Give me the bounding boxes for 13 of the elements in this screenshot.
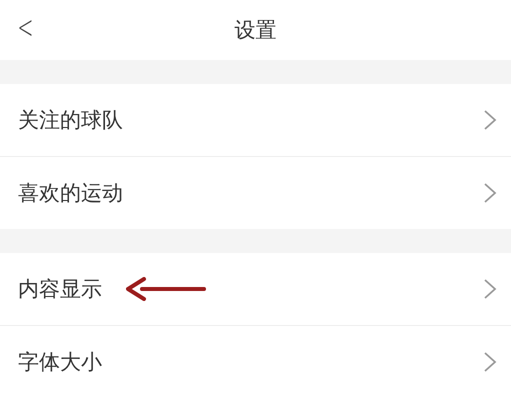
chevron-right-icon	[483, 278, 497, 300]
row-label: 内容显示	[18, 276, 102, 303]
settings-row[interactable]: 关注的球队	[0, 84, 511, 156]
row-label: 关注的球队	[18, 107, 123, 134]
chevron-right-icon	[483, 182, 497, 204]
page-title: 设置	[234, 17, 276, 44]
settings-row[interactable]: 内容显示	[0, 253, 511, 325]
settings-row[interactable]: 字体大小	[0, 325, 511, 398]
chevron-right-icon	[483, 109, 497, 131]
row-label: 喜欢的运动	[18, 180, 123, 207]
chevron-right-icon	[483, 351, 497, 373]
back-button[interactable]: <	[17, 8, 34, 46]
row-label: 字体大小	[18, 349, 102, 376]
